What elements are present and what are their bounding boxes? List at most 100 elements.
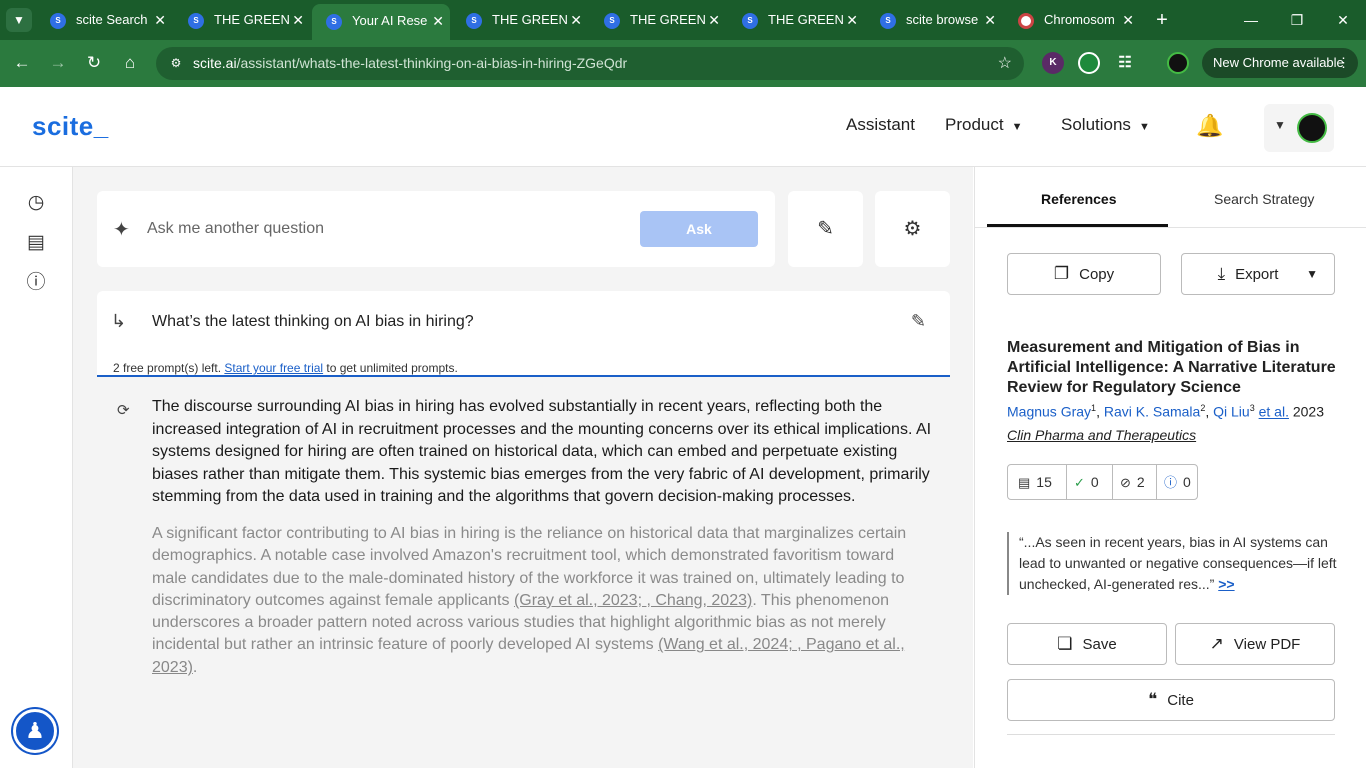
tab-close-icon[interactable]: ✕ <box>292 6 304 34</box>
notification-bell-icon[interactable]: 🔔 <box>1196 111 1223 141</box>
edit-pencil-icon[interactable]: ✎ <box>911 311 926 332</box>
new-chrome-available-button[interactable]: New Chrome available ⋮ <box>1202 48 1358 78</box>
browser-tab[interactable]: S THE GREEN S ✕ <box>174 6 310 34</box>
answer-paragraph: The discourse surrounding AI bias in hir… <box>152 398 932 505</box>
tab-label: Chromosom <box>1044 12 1115 27</box>
more-vertical-icon[interactable]: ⋮ <box>1337 48 1350 78</box>
browser-tab[interactable]: Chromosom ✕ <box>1004 6 1140 34</box>
new-chat-edit-icon[interactable]: ✎ <box>788 191 863 267</box>
back-arrow-icon[interactable]: ← <box>9 50 35 76</box>
ask-button[interactable]: Ask <box>640 211 758 247</box>
scite-logo[interactable]: scite_ <box>32 111 109 142</box>
site-info-icon[interactable]: ⚙ <box>168 55 184 71</box>
home-icon[interactable]: ⌂ <box>117 50 143 76</box>
restore-window-icon[interactable]: ❐ <box>1282 6 1312 34</box>
ask-box: ✦ Ask <box>97 191 775 267</box>
view-pdf-button[interactable]: ↗ View PDF <box>1175 623 1335 665</box>
sparkle-icon: ✦ <box>113 219 130 241</box>
citation-link[interactable]: (Gray et al., 2023; , Chang, 2023) <box>514 592 752 609</box>
tab-close-icon[interactable]: ✕ <box>846 6 858 34</box>
save-button[interactable]: ❏ Save <box>1007 623 1167 665</box>
citation-quote: “...As seen in recent years, bias in AI … <box>1007 532 1337 595</box>
scite-favicon-icon: S <box>188 13 204 29</box>
browser-tab[interactable]: S scite browse ✕ <box>866 6 1002 34</box>
stat-citing[interactable]: ▤ 15 <box>1018 465 1052 499</box>
regenerate-icon[interactable]: ⟳ <box>117 401 130 419</box>
settings-gear-icon[interactable]: ⚙ <box>875 191 950 267</box>
tab-close-icon[interactable]: ✕ <box>154 6 166 34</box>
paper-journal[interactable]: Clin Pharma and Therapeutics <box>1007 427 1196 443</box>
tab-references[interactable]: References <box>1041 191 1117 207</box>
tab-close-icon[interactable]: ✕ <box>984 6 996 34</box>
browser-tab-bar: ▼ S scite Search ✕ S THE GREEN S ✕ S You… <box>0 0 1366 40</box>
tab-close-icon[interactable]: ✕ <box>708 6 720 34</box>
profile-avatar-icon[interactable] <box>1167 52 1189 74</box>
address-bar[interactable]: ⚙ scite.ai/assistant/whats-the-latest-th… <box>156 47 1024 80</box>
browser-tab[interactable]: S scite Search ✕ <box>36 6 172 34</box>
extension-grammar-icon[interactable] <box>1078 52 1100 74</box>
help-circle-icon[interactable]: ⓘ <box>24 271 48 295</box>
answer-block: ⟳ The discourse surrounding AI bias in h… <box>97 393 950 723</box>
nav-solutions[interactable]: Solutions ▼ <box>1061 115 1150 135</box>
scite-favicon-icon: S <box>50 13 66 29</box>
question-text: What’s the latest thinking on AI bias in… <box>152 313 474 330</box>
citation-stats: ▤ 15 ✓ 0 ⊘ 2 ⓘ 0 <box>1007 464 1198 500</box>
bookmark-star-icon[interactable]: ☆ <box>998 47 1012 80</box>
free-trial-link[interactable]: Start your free trial <box>224 361 323 375</box>
tab-search-chevron-icon[interactable]: ▼ <box>6 8 32 32</box>
stat-mentioning[interactable]: ⊘ 2 <box>1120 465 1145 499</box>
scite-favicon-icon: S <box>604 13 620 29</box>
url-text: scite.ai/assistant/whats-the-latest-thin… <box>193 55 628 71</box>
history-icon[interactable]: ◷ <box>24 191 48 215</box>
external-link-icon: ↗ <box>1209 634 1224 653</box>
prompt-limit-note: 2 free prompt(s) left. Start your free t… <box>113 361 458 375</box>
et-al-link[interactable]: et al. <box>1259 404 1289 420</box>
author-link[interactable]: Qi Liu <box>1213 404 1250 420</box>
read-more-link[interactable]: >> <box>1218 576 1234 592</box>
browser-tab-active[interactable]: S Your AI Rese ✕ <box>312 4 450 40</box>
tab-label: THE GREEN S <box>492 12 570 27</box>
browser-tab[interactable]: S THE GREEN S ✕ <box>590 6 726 34</box>
stat-supporting[interactable]: ✓ 0 <box>1074 465 1099 499</box>
extension-k-icon[interactable]: K <box>1042 52 1064 74</box>
copy-icon: ❐ <box>1053 264 1070 283</box>
cite-button[interactable]: ❝ Cite <box>1007 679 1335 721</box>
copy-button[interactable]: ❐ Copy <box>1007 253 1161 295</box>
stat-contrasting[interactable]: ⓘ 0 <box>1164 465 1191 499</box>
tab-label: scite browse <box>906 12 979 27</box>
check-circle-icon: ✓ <box>1074 475 1085 490</box>
avatar <box>1297 113 1327 143</box>
scite-favicon-icon: S <box>880 13 896 29</box>
export-button[interactable]: ⤓ Export ▼ <box>1181 253 1335 295</box>
tab-close-icon[interactable]: ✕ <box>1122 6 1134 34</box>
tab-close-icon[interactable]: ✕ <box>570 6 582 34</box>
extensions-puzzle-icon[interactable]: ☷ <box>1114 52 1136 74</box>
close-window-icon[interactable]: ✕ <box>1328 6 1358 34</box>
paper-authors: Magnus Gray1, Ravi K. Samala2, Qi Liu3 e… <box>1007 403 1325 420</box>
assistant-main: ✦ Ask ✎ ⚙ ↳ What’s the latest thinking o… <box>73 167 973 768</box>
calendar-icon[interactable]: ▤ <box>24 231 48 255</box>
nav-assistant[interactable]: Assistant <box>846 115 915 135</box>
tab-label: Your AI Rese <box>352 13 428 28</box>
author-link[interactable]: Magnus Gray <box>1007 404 1091 420</box>
reload-icon[interactable]: ↻ <box>81 50 107 76</box>
tab-close-icon[interactable]: ✕ <box>432 4 444 38</box>
new-tab-plus-icon[interactable]: + <box>1152 6 1172 34</box>
forward-arrow-icon[interactable]: → <box>45 50 71 76</box>
author-link[interactable]: Ravi K. Samala <box>1104 404 1200 420</box>
answer-paragraph: A significant factor contributing to AI … <box>152 525 907 676</box>
divider <box>1007 734 1335 735</box>
reply-arrow-icon: ↳ <box>111 311 127 331</box>
profile-menu[interactable]: ▼ <box>1264 104 1334 152</box>
accessibility-icon[interactable]: ♟ <box>13 709 57 753</box>
browser-tab[interactable]: S THE GREEN S ✕ <box>452 6 588 34</box>
scite-favicon-icon: S <box>326 14 342 30</box>
minimize-icon[interactable]: — <box>1236 6 1266 34</box>
ask-input[interactable] <box>147 213 627 245</box>
tab-search-strategy[interactable]: Search Strategy <box>1214 191 1314 207</box>
site-header: scite_ Assistant Product ▼ Solutions ▼ 🔔 ▼ <box>0 87 1366 167</box>
paper-title[interactable]: Measurement and Mitigation of Bias in Ar… <box>1007 338 1337 398</box>
browser-tab[interactable]: S THE GREEN S ✕ <box>728 6 864 34</box>
browser-toolbar: ← → ↻ ⌂ ⚙ scite.ai/assistant/whats-the-l… <box>0 40 1366 87</box>
nav-product[interactable]: Product ▼ <box>945 115 1022 135</box>
